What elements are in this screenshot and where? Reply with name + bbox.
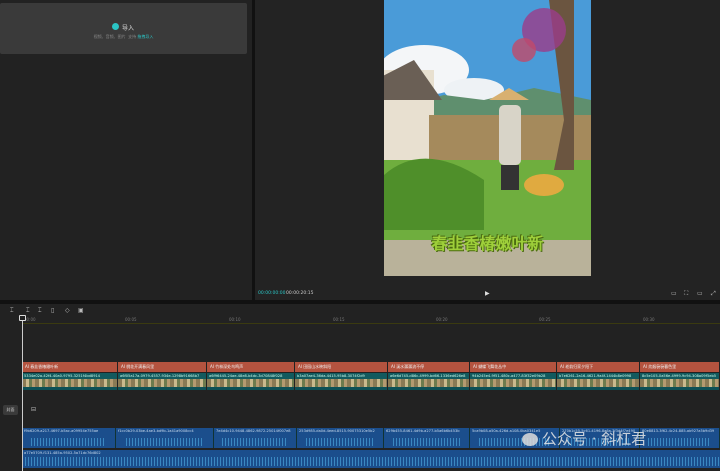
- waveform: [392, 438, 461, 446]
- waveform: [647, 438, 712, 446]
- clip-id: f1cc0b29-03be-4ae3-bd9b-1a41a9008cc4: [118, 429, 194, 433]
- clip-thumbnails: [470, 379, 556, 387]
- clip-bar: [22, 387, 117, 390]
- quality-icon[interactable]: ▭: [697, 290, 703, 297]
- video-clip[interactable]: b3a07ae4-36da-4415-95b8-3074f2d9: [295, 373, 388, 390]
- clip-id: 253d985-da0d-4eed-8515-90075310e5b2: [299, 429, 375, 433]
- text-clip[interactable]: AI 炊烟袅袅暮色里: [640, 362, 720, 372]
- clip-bar: [118, 387, 206, 390]
- shield-icon[interactable]: ◇: [65, 307, 70, 314]
- text-clip[interactable]: AI 老翁归家夕阳下: [557, 362, 640, 372]
- clip-id: f9b6209-a217-4697-b5ac-a09954e755ae: [24, 429, 99, 433]
- audio-clip[interactable]: f1cc0b29-03be-4ae3-bd9b-1a41a9008cc4: [116, 428, 214, 448]
- fullscreen-icon[interactable]: ⤢: [711, 290, 716, 298]
- clip-thumbnails: [295, 379, 387, 387]
- audio-clip[interactable]: 7e4d4c10-9448-4862-9872-25014f007e8: [214, 428, 297, 448]
- hint-text: 视频、音频、图片: [93, 34, 126, 39]
- waveform: [222, 438, 288, 446]
- video-preview: 春韭香椿嫩叶新: [384, 0, 591, 276]
- text-clip[interactable]: AI 田园山水映斜阳: [295, 362, 388, 372]
- audio-clip[interactable]: 80e8813-3f62-4c24-885-ab927a5b9d39: [640, 428, 720, 448]
- clip-bar: [640, 387, 719, 390]
- clip-thumbnails: [207, 379, 294, 387]
- ruler-tick: 00:30: [643, 317, 655, 322]
- clip-bar: [388, 387, 469, 390]
- clip-bar: [470, 387, 556, 390]
- playhead-handle[interactable]: [19, 315, 26, 321]
- text-clip[interactable]: AI 春韭香椿嫩叶新: [22, 362, 118, 372]
- audio-clip[interactable]: f9b6209-a217-4697-b5ac-a09954e755ae: [22, 428, 116, 448]
- crop-icon[interactable]: ▣: [78, 307, 84, 314]
- ruler-tick: 00:25: [539, 317, 551, 322]
- fit-icon[interactable]: ⛶: [684, 290, 688, 298]
- waveform: [22, 457, 720, 466]
- split-right-icon[interactable]: ⌶: [38, 307, 42, 315]
- playhead[interactable]: [22, 316, 23, 471]
- clip-bar: [295, 387, 387, 390]
- text-clip[interactable]: AI 竹林深处鸟鸣声: [207, 362, 295, 372]
- text-clip[interactable]: AI 蝴蝶飞舞花丛中: [470, 362, 557, 372]
- video-clip[interactable]: 8c5e105-0a56e-4999-9c94-308a09f5eb5: [640, 373, 720, 390]
- watermark: 公众号 · 斜杠君: [522, 428, 646, 449]
- clip-id: a77e5709-f131-485a-9502-5a71dc76d802: [24, 451, 101, 455]
- video-clip[interactable]: a6f96445-24ae-48e8-b4dc-3d70848f028: [207, 373, 295, 390]
- text-clip[interactable]: AI 溪水潺潺流不停: [388, 362, 470, 372]
- video-clip[interactable]: 94b245e4-9f51-480c-a477-83f32e09b28: [470, 373, 557, 390]
- ruler-tick: 00:20: [436, 317, 448, 322]
- waveform: [125, 438, 204, 446]
- plus-icon: [112, 23, 119, 30]
- waveform: [305, 438, 375, 446]
- clip-thumbnails: [557, 379, 639, 387]
- import-hint: 视频、音频、图片 支持 拖拽导入: [0, 34, 247, 40]
- clip-id: 7e4d4c10-9448-4862-9872-25014f007e8: [216, 429, 291, 433]
- cover-button[interactable]: 封面: [3, 405, 18, 415]
- split-icon[interactable]: ⌶: [10, 307, 14, 315]
- split-left-icon[interactable]: ⌶: [26, 307, 30, 315]
- hint-link[interactable]: 拖拽导入: [137, 34, 153, 39]
- ratio-icon[interactable]: ▭: [671, 290, 677, 297]
- clip-thumbnails: [118, 379, 206, 387]
- clip-bar: [207, 387, 294, 390]
- current-timecode: 00:00:00:00: [258, 291, 286, 296]
- video-clip[interactable]: b7e6261-2a16-4621-9a4f-1444b8e0998: [557, 373, 640, 390]
- ruler-tick: 00:10: [229, 317, 241, 322]
- clip-bar: [557, 387, 639, 390]
- wechat-icon: [522, 433, 538, 446]
- import-label: 导入: [122, 25, 135, 32]
- clip-thumbnails: [388, 379, 469, 387]
- video-clip[interactable]: a6f05a17a-0979-4557-934e-1298b91668b7: [118, 373, 207, 390]
- clip-id: 629b455-8461-4d9b-a277-b5a6b6b453b: [386, 429, 460, 433]
- video-clip[interactable]: 5334e02a-42f4-40a0-9795-3251f4bd8914: [22, 373, 118, 390]
- clip-thumbnails: [22, 379, 117, 387]
- delete-icon[interactable]: ▯: [51, 307, 54, 314]
- clip-id: 80e8813-3f62-4c24-885-ab927a5b9d39: [642, 429, 715, 433]
- media-panel: 导入 视频、音频、图片 支持 拖拽导入: [0, 0, 252, 300]
- audio-clip[interactable]: 253d985-da0d-4eed-8515-90075310e5b2: [297, 428, 384, 448]
- play-button[interactable]: ▶: [485, 290, 490, 297]
- watermark-text: 公众号 · 斜杠君: [542, 430, 647, 448]
- hint-support: 支持: [128, 34, 137, 39]
- ruler-tick: 00:05: [125, 317, 137, 322]
- video-caption: 春韭香椿嫩叶新: [431, 234, 544, 253]
- waveform: [31, 438, 106, 446]
- video-clip[interactable]: a6e6d745-d86c-4999-bd66-1336ed626e8: [388, 373, 470, 390]
- bgm-clip[interactable]: a77e5709-f131-485a-9502-5a71dc76d802: [22, 450, 720, 468]
- import-dropzone[interactable]: 导入 视频、音频、图片 支持 拖拽导入: [0, 3, 247, 54]
- track-settings-icon[interactable]: ⊟: [31, 406, 36, 413]
- total-timecode: 00:00:20:15: [286, 291, 314, 296]
- audio-clip[interactable]: 629b455-8461-4d9b-a277-b5a6b6b453b: [384, 428, 470, 448]
- text-clip[interactable]: AI 桃花开满春风里: [118, 362, 207, 372]
- ruler-tick: 00:15: [333, 317, 345, 322]
- clip-thumbnails: [640, 379, 719, 387]
